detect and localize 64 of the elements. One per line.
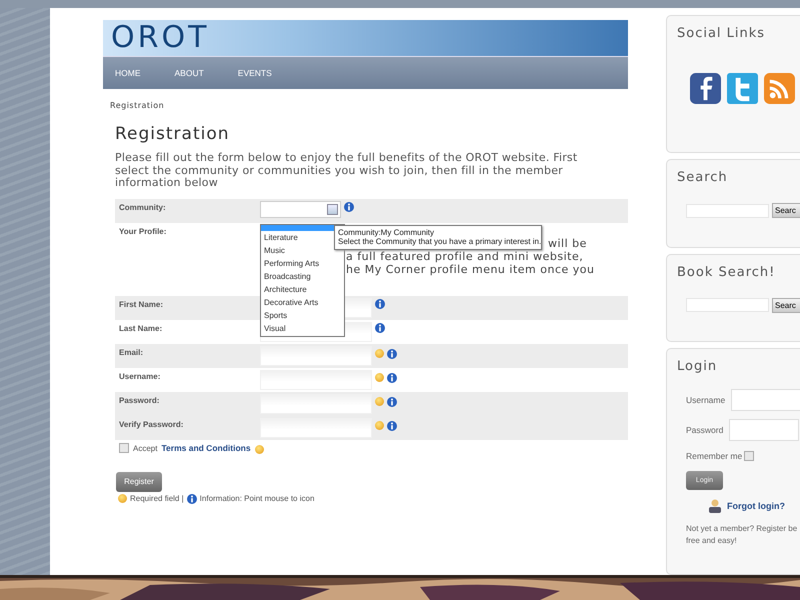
info-icon[interactable]	[387, 420, 397, 430]
panel-title: Book Search!	[677, 264, 776, 280]
info-icon[interactable]	[344, 202, 354, 212]
field-label: Your Profile:	[118, 226, 168, 238]
info-icon[interactable]	[387, 348, 397, 358]
required-icon	[375, 372, 384, 382]
field-label: Last Name:	[118, 322, 164, 334]
profile-text-line: will be	[548, 236, 587, 250]
intro-text: Please fill out the form below to enjoy the full benefits of the OROT website. First select the community or communities you wish to join, then fill in the member information below	[115, 152, 578, 190]
accept-label: Accept	[133, 444, 158, 452]
breadcrumb: Registration	[110, 101, 166, 110]
info-icon[interactable]	[375, 322, 385, 332]
dropdown-option[interactable]: Sports	[261, 308, 344, 322]
panel-title: Login	[677, 358, 718, 374]
search-field[interactable]	[686, 204, 769, 218]
remember-checkbox[interactable]	[744, 450, 754, 461]
username-field[interactable]	[731, 388, 800, 411]
caret-icon	[327, 204, 338, 214]
site-logo: OROT	[111, 23, 210, 53]
legend-text: Required field |	[130, 494, 184, 502]
field-label: First Name:	[118, 298, 164, 310]
terms-link[interactable]: Terms and Conditions	[161, 443, 251, 453]
info-icon[interactable]	[387, 372, 397, 382]
field-label: Username:	[118, 370, 162, 382]
field-label: Password:	[118, 394, 160, 406]
search-button[interactable]: Searc	[772, 298, 800, 313]
forgot-login-link[interactable]: Forgot login?	[727, 500, 785, 511]
register-button[interactable]: Register	[116, 472, 162, 492]
register-note: Not yet a member? Register be free and easy!	[686, 522, 798, 547]
profile-text-line: he My Corner profile menu item once you	[346, 262, 594, 276]
field-label: Community:	[118, 202, 167, 214]
required-icon	[375, 396, 384, 406]
remember-label: Remember me	[686, 450, 742, 461]
page-title: Registration	[115, 124, 231, 144]
required-icon	[118, 494, 127, 502]
dropdown-option[interactable]: Performing Arts	[261, 256, 344, 270]
legend-text: Information: Point mouse to icon	[200, 494, 314, 502]
dropdown-option[interactable]: Visual	[261, 322, 344, 334]
required-icon	[375, 420, 384, 430]
password-field[interactable]	[729, 418, 800, 441]
tooltip-text: Select the Community that you have a primary interest in.	[338, 237, 538, 246]
panel-title: Search	[677, 170, 729, 186]
rss-icon[interactable]	[764, 73, 795, 104]
panel-title: Social Links	[677, 26, 766, 41]
field-label: Password	[686, 424, 724, 435]
tooltip-title: Community:My Community	[338, 228, 436, 237]
person-icon	[707, 498, 723, 513]
profile-text-line: a full featured profile and mini website,	[346, 250, 584, 262]
community-select[interactable]	[260, 200, 341, 218]
search-button[interactable]: Searc	[772, 203, 800, 218]
facebook-icon[interactable]	[690, 73, 721, 104]
info-icon[interactable]	[375, 298, 385, 308]
required-icon	[375, 348, 384, 358]
twitter-icon[interactable]	[727, 73, 758, 104]
field-label: Username	[686, 394, 726, 405]
field-label: Email:	[118, 346, 144, 358]
field-label: Verify Password:	[118, 418, 184, 431]
book-search-field[interactable]	[686, 298, 769, 312]
info-icon[interactable]	[387, 396, 397, 406]
dropdown-option[interactable]: Broadcasting	[261, 270, 344, 282]
dropdown-option[interactable]: Architecture	[261, 282, 344, 296]
dropdown-option[interactable]: Decorative Arts	[261, 296, 344, 308]
terms-checkbox[interactable]	[119, 443, 129, 453]
info-icon	[186, 494, 197, 504]
